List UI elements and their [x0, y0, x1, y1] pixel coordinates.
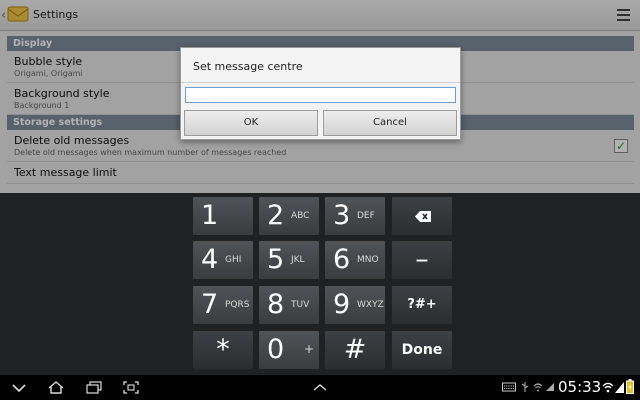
key-8[interactable]: 8 TUV [258, 285, 320, 325]
key-0[interactable]: 0 + [258, 330, 320, 370]
back-icon[interactable] [10, 380, 28, 395]
usb-icon [521, 382, 529, 392]
done-key[interactable]: Done [391, 330, 453, 370]
key-9[interactable]: 9 WXYZ [324, 285, 386, 325]
done-label: Done [401, 342, 443, 358]
star-label: * [216, 334, 230, 365]
key-5[interactable]: 5 JKL [258, 240, 320, 280]
key-letters: WXYZ [357, 300, 384, 310]
key-digit: 9 [333, 289, 351, 320]
key-digit: 8 [267, 289, 285, 320]
message-centre-input[interactable] [185, 87, 456, 103]
numeric-keypad: 1 2 ABC 3 DEF 4 GHI 5 JKL 6 MNO – 7 PQRS… [0, 193, 640, 375]
recent-apps-icon[interactable] [85, 380, 103, 395]
key-digit: 5 [267, 244, 285, 275]
key-7[interactable]: 7 PQRS [192, 285, 254, 325]
home-icon[interactable] [47, 380, 65, 395]
key-digit: 2 [267, 200, 285, 231]
clock-time: 05:33 [558, 378, 602, 396]
key-letters: ABC [291, 211, 310, 221]
backspace-key[interactable] [391, 196, 453, 236]
ok-button[interactable]: OK [184, 110, 318, 136]
key-digit: 0 [267, 334, 285, 365]
minus-key[interactable]: – [391, 240, 453, 280]
key-2[interactable]: 2 ABC [258, 196, 320, 236]
key-digit: 7 [201, 289, 219, 320]
symbols-label: ?#+ [407, 297, 437, 312]
key-letters: GHI [225, 255, 242, 265]
dialog-title: Set message centre [193, 60, 303, 73]
key-letters: TUV [291, 300, 310, 310]
cancel-button[interactable]: Cancel [323, 110, 457, 136]
key-digit: 6 [333, 244, 351, 275]
key-letters: MNO [357, 255, 379, 265]
key-6[interactable]: 6 MNO [324, 240, 386, 280]
hash-key[interactable]: # [324, 330, 386, 370]
up-chevron-icon[interactable] [311, 380, 329, 395]
wifi-icon [602, 382, 614, 393]
star-key[interactable]: * [192, 330, 254, 370]
battery-icon [626, 379, 634, 394]
key-letters: DEF [357, 211, 375, 221]
key-4[interactable]: 4 GHI [192, 240, 254, 280]
key-digit: 4 [201, 244, 219, 275]
system-bar: 05:33 [0, 375, 640, 400]
set-message-centre-dialog: Set message centre OK Cancel [180, 47, 461, 140]
wifi-icon [533, 383, 543, 392]
minus-label: – [415, 244, 429, 275]
backspace-icon [415, 211, 431, 222]
key-1[interactable]: 1 [192, 196, 254, 236]
symbols-key[interactable]: ?#+ [391, 285, 453, 325]
dialog-divider [181, 82, 460, 83]
key-letters: PQRS [225, 300, 250, 310]
hash-label: # [343, 334, 367, 365]
signal-icon [615, 382, 624, 393]
key-letters: + [304, 342, 315, 356]
keyboard-icon [502, 382, 516, 392]
key-digit: 3 [333, 200, 351, 231]
signal-icon [546, 383, 554, 391]
key-3[interactable]: 3 DEF [324, 196, 386, 236]
screenshot-icon[interactable] [122, 380, 140, 395]
key-letters: JKL [291, 255, 305, 265]
key-digit: 1 [201, 200, 219, 231]
